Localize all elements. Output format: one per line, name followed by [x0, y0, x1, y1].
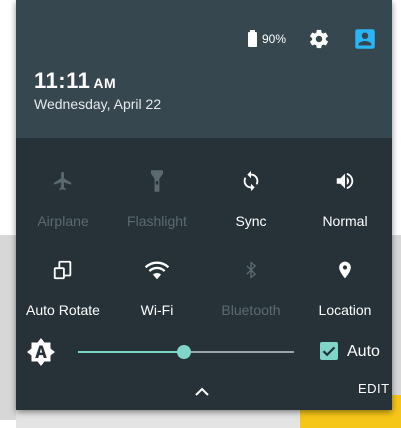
tile-label: Location — [318, 302, 372, 318]
quick-settings-header: 90% 11:11 AM Wednesday, April 22 — [16, 0, 392, 138]
status-row: 90% — [247, 26, 378, 52]
tile-label: Auto Rotate — [26, 302, 100, 318]
tile-sound[interactable]: Normal — [298, 166, 392, 229]
background-app — [392, 235, 401, 420]
tile-label: Airplane — [37, 213, 89, 229]
checkmark-icon — [322, 346, 336, 357]
brightness-track-filled — [78, 351, 184, 353]
tile-label: Flashlight — [127, 213, 187, 229]
tile-bluetooth[interactable]: Bluetooth — [204, 255, 298, 318]
battery-icon — [247, 29, 257, 47]
tile-auto-rotate[interactable]: Auto Rotate — [16, 255, 110, 318]
avatar-icon[interactable] — [352, 26, 378, 52]
volume-icon — [336, 172, 354, 190]
clock-date[interactable]: Wednesday, April 22 — [34, 96, 161, 112]
auto-brightness-icon — [27, 338, 55, 366]
tile-label: Sync — [235, 213, 267, 229]
sync-icon — [243, 170, 259, 192]
tile-label: Wi-Fi — [140, 302, 174, 318]
flashlight-icon — [151, 170, 163, 192]
auto-brightness-label[interactable]: Auto — [347, 343, 380, 361]
background-app — [0, 235, 16, 420]
wifi-icon — [144, 261, 170, 280]
chevron-up-icon[interactable] — [194, 386, 210, 398]
gear-icon[interactable] — [308, 28, 330, 50]
battery-percent: 90% — [261, 32, 286, 46]
location-icon — [339, 261, 351, 279]
tile-wifi[interactable]: Wi-Fi — [110, 255, 204, 318]
brightness-slider-thumb[interactable] — [177, 345, 191, 359]
brightness-track[interactable] — [184, 351, 294, 353]
edit-button[interactable]: EDIT — [358, 381, 390, 396]
time-ampm: AM — [93, 75, 117, 91]
clock-time[interactable]: 11:11 AM — [34, 68, 116, 94]
tile-label: Normal — [322, 213, 368, 229]
tile-sync[interactable]: Sync — [204, 166, 298, 229]
time-value: 11:11 — [34, 68, 91, 93]
tile-airplane[interactable]: Airplane — [16, 166, 110, 229]
tile-flashlight[interactable]: Flashlight — [110, 166, 204, 229]
airplane-icon — [53, 171, 72, 191]
bluetooth-icon — [246, 261, 257, 279]
auto-rotate-icon — [53, 260, 72, 280]
tile-label: Bluetooth — [221, 302, 281, 318]
tile-location[interactable]: Location — [298, 255, 392, 318]
auto-brightness-checkbox[interactable] — [320, 342, 338, 360]
quick-settings-panel: 90% 11:11 AM Wednesday, April 22 Airplane — [16, 0, 392, 410]
